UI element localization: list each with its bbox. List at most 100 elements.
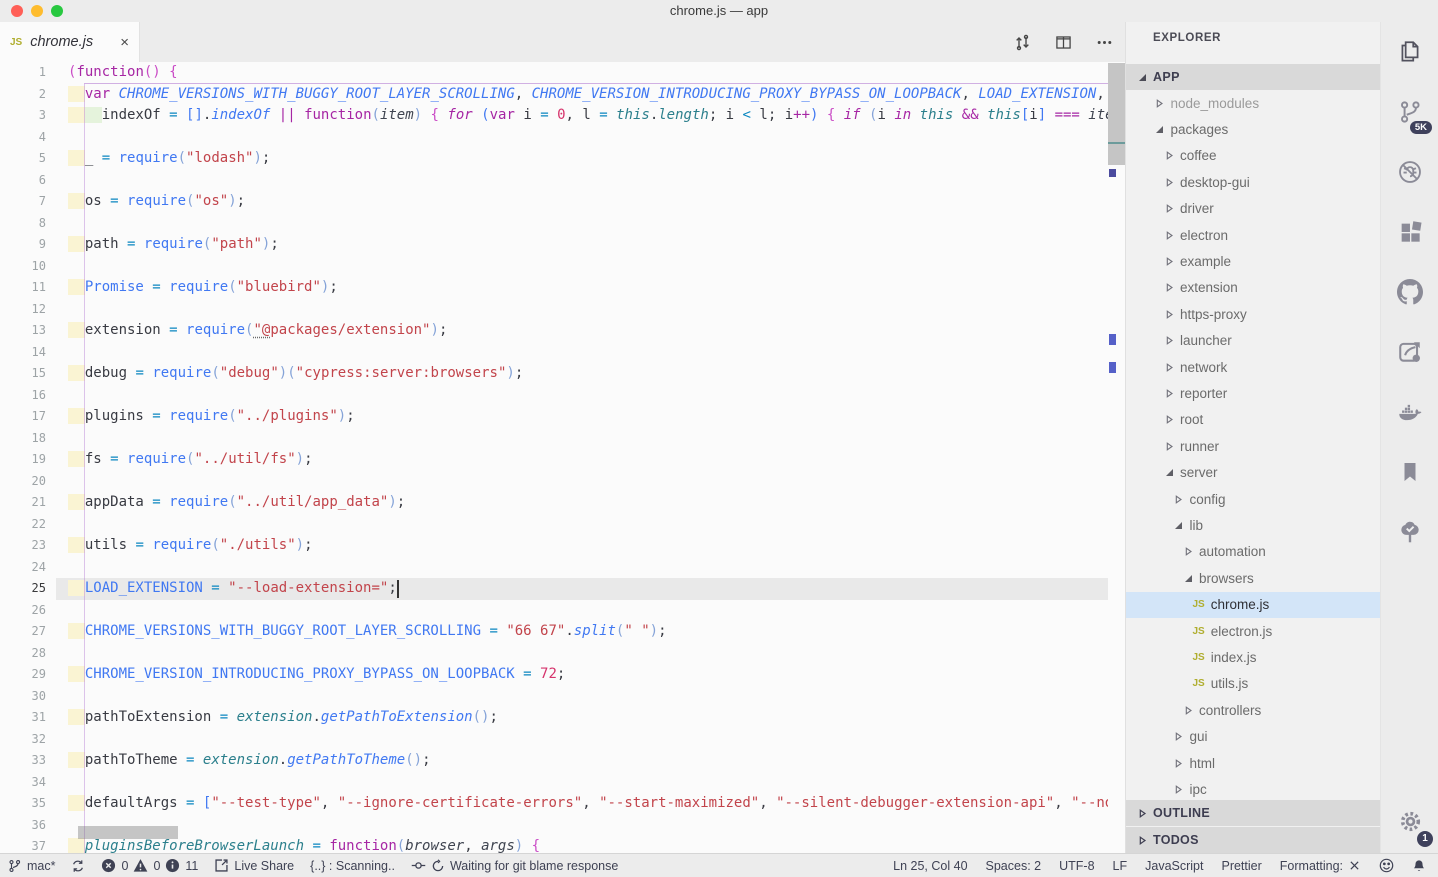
status-git-blame[interactable]: Waiting for git blame response (411, 858, 618, 873)
tree-item-chrome-js[interactable]: JSchrome.js (1126, 592, 1380, 618)
status-git-branch[interactable]: mac* (8, 859, 55, 873)
chevron-collapsed-icon[interactable] (1164, 151, 1174, 160)
section-todos[interactable]: TODOS (1126, 827, 1380, 853)
code-line[interactable]: 24 (0, 557, 1108, 579)
code-line[interactable]: 7 os = require("os"); (0, 191, 1108, 213)
tree-item-server[interactable]: server (1126, 460, 1380, 486)
activity-debug-disabled[interactable] (1381, 142, 1438, 202)
tree-item-example[interactable]: example (1126, 248, 1380, 274)
more-actions-button[interactable] (1096, 34, 1113, 51)
code-line[interactable]: 12 (0, 299, 1108, 321)
chevron-collapsed-icon[interactable] (1174, 732, 1184, 741)
chevron-collapsed-icon[interactable] (1164, 310, 1174, 319)
code-line[interactable]: 14 (0, 342, 1108, 364)
tree-item-https-proxy[interactable]: https-proxy (1126, 301, 1380, 327)
activity-source-control[interactable]: 5K (1381, 82, 1438, 142)
chevron-expanded-icon[interactable] (1155, 125, 1165, 134)
code-line[interactable]: 11 Promise = require("bluebird"); (0, 277, 1108, 299)
code-line[interactable]: 26 (0, 600, 1108, 622)
code-line[interactable]: 2 var CHROME_VERSIONS_WITH_BUGGY_ROOT_LA… (0, 84, 1108, 106)
tree-item-controllers[interactable]: controllers (1126, 697, 1380, 723)
horizontal-scrollbar-thumb[interactable] (78, 826, 178, 839)
tree-item-node-modules[interactable]: node_modules (1126, 90, 1380, 116)
tree-item-launcher[interactable]: launcher (1126, 328, 1380, 354)
tree-item-browsers[interactable]: browsers (1126, 565, 1380, 591)
activity-gitlens[interactable] (1381, 322, 1438, 382)
code-line[interactable]: 23 utils = require("./utils"); (0, 535, 1108, 557)
status-feedback[interactable] (1379, 858, 1394, 873)
code-line[interactable]: 21 appData = require("../util/app_data")… (0, 492, 1108, 514)
chevron-collapsed-icon[interactable] (1183, 706, 1193, 715)
code-line[interactable]: 13 extension = require("@packages/extens… (0, 320, 1108, 342)
status-cursor-position[interactable]: Ln 25, Col 40 (893, 859, 967, 873)
code-line[interactable]: 6 (0, 170, 1108, 192)
vertical-scrollbar[interactable] (1108, 62, 1125, 853)
chevron-collapsed-icon[interactable] (1164, 178, 1174, 187)
tree-item-electron[interactable]: electron (1126, 222, 1380, 248)
tree-item-automation[interactable]: automation (1126, 539, 1380, 565)
editor[interactable]: 1(function() {2 var CHROME_VERSIONS_WITH… (0, 62, 1125, 853)
tree-item-index-js[interactable]: JSindex.js (1126, 644, 1380, 670)
split-editor-button[interactable] (1055, 34, 1072, 51)
chevron-collapsed-icon[interactable] (1164, 415, 1174, 424)
tree-item-network[interactable]: network (1126, 354, 1380, 380)
code-line[interactable]: 3 indexOf = [].indexOf || function(item)… (0, 105, 1108, 127)
code-line[interactable]: 1(function() { (0, 62, 1108, 84)
code-line[interactable]: 9 path = require("path"); (0, 234, 1108, 256)
chevron-expanded-icon[interactable] (1174, 521, 1184, 530)
tree-item-desktop-gui[interactable]: desktop-gui (1126, 169, 1380, 195)
code-line[interactable]: 34 (0, 772, 1108, 794)
activity-explorer[interactable] (1381, 22, 1438, 82)
code-line[interactable]: 8 (0, 213, 1108, 235)
tree-item-ipc[interactable]: ipc (1126, 776, 1380, 802)
chevron-collapsed-icon[interactable] (1183, 547, 1193, 556)
tab-chrome-js[interactable]: JS chrome.js × (0, 22, 140, 62)
code-line[interactable]: 22 (0, 514, 1108, 536)
code-line[interactable]: 17 plugins = require("../plugins"); (0, 406, 1108, 428)
chevron-collapsed-icon[interactable] (1174, 759, 1184, 768)
chevron-collapsed-icon[interactable] (1164, 231, 1174, 240)
activity-bookmarks[interactable] (1381, 442, 1438, 502)
tree-item-packages[interactable]: packages (1126, 116, 1380, 142)
chevron-collapsed-icon[interactable] (1174, 495, 1184, 504)
chevron-collapsed-icon[interactable] (1164, 442, 1174, 451)
code-line[interactable]: 10 (0, 256, 1108, 278)
chevron-collapsed-icon[interactable] (1164, 363, 1174, 372)
status-formatting-toggle[interactable]: Formatting: (1280, 859, 1361, 873)
activity-docker[interactable] (1381, 382, 1438, 442)
tree-item-extension[interactable]: extension (1126, 275, 1380, 301)
chevron-collapsed-icon[interactable] (1164, 257, 1174, 266)
code-line[interactable]: 33 pathToTheme = extension.getPathToThem… (0, 750, 1108, 772)
tree-item-coffee[interactable]: coffee (1126, 143, 1380, 169)
tree-item-driver[interactable]: driver (1126, 196, 1380, 222)
code-line[interactable]: 32 (0, 729, 1108, 751)
tree-item-html[interactable]: html (1126, 750, 1380, 776)
status-scanning[interactable]: {..} : Scanning.. (310, 859, 395, 873)
code-line[interactable]: 31 pathToExtension = extension.getPathTo… (0, 707, 1108, 729)
chevron-expanded-icon[interactable] (1164, 468, 1174, 477)
status-live-share[interactable]: Live Share (214, 858, 294, 873)
chevron-collapsed-icon[interactable] (1138, 836, 1147, 845)
tree-root-app[interactable]: APP (1126, 64, 1380, 90)
code-line[interactable]: 30 (0, 686, 1108, 708)
code-line[interactable]: 15 debug = require("debug")("cypress:ser… (0, 363, 1108, 385)
status-language-mode[interactable]: JavaScript (1145, 859, 1203, 873)
tree-item-runner[interactable]: runner (1126, 433, 1380, 459)
tree-item-gui[interactable]: gui (1126, 724, 1380, 750)
status-encoding[interactable]: UTF-8 (1059, 859, 1094, 873)
code-line[interactable]: 18 (0, 428, 1108, 450)
tree-item-lib[interactable]: lib (1126, 512, 1380, 538)
chevron-collapsed-icon[interactable] (1164, 204, 1174, 213)
tree-item-reporter[interactable]: reporter (1126, 380, 1380, 406)
status-problems[interactable]: 0011 (101, 858, 198, 873)
code-line[interactable]: 5 _ = require("lodash"); (0, 148, 1108, 170)
code-line[interactable]: 25 LOAD_EXTENSION = "--load-extension="; (0, 578, 1108, 600)
code-line[interactable]: 27 CHROME_VERSIONS_WITH_BUGGY_ROOT_LAYER… (0, 621, 1108, 643)
activity-settings[interactable]: 1 (1381, 791, 1438, 851)
code-line[interactable]: 35 defaultArgs = ["--test-type", "--igno… (0, 793, 1108, 815)
activity-test-explorer[interactable] (1381, 502, 1438, 562)
code-line[interactable]: 19 fs = require("../util/fs"); (0, 449, 1108, 471)
status-indentation[interactable]: Spaces: 2 (986, 859, 1042, 873)
status-sync[interactable] (71, 859, 85, 873)
vertical-scrollbar-thumb[interactable] (1108, 63, 1125, 165)
